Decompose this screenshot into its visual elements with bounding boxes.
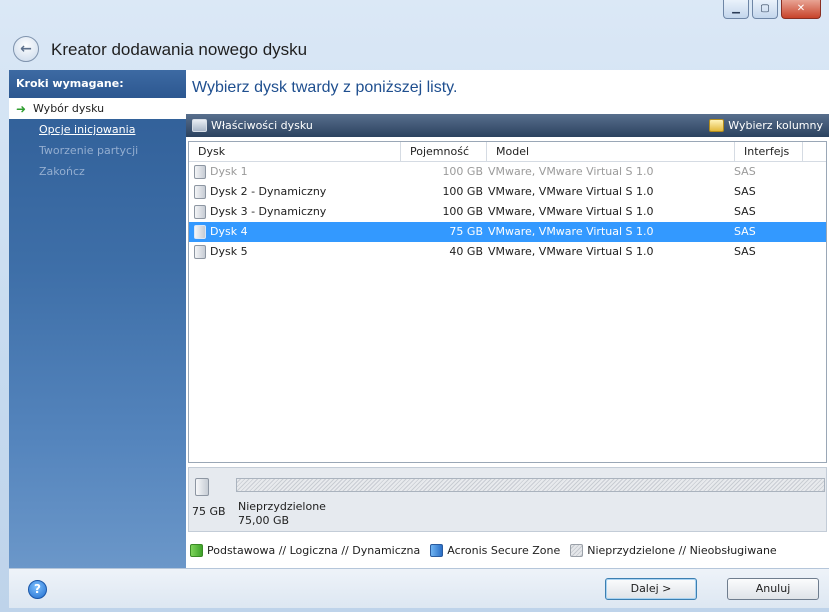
disk-properties-button[interactable]: Właściwości dysku [186, 114, 319, 137]
interface-cell: SAS [734, 205, 756, 218]
step-create-partitions: Tworzenie partycji [39, 144, 139, 157]
capacity-cell: 100 GB [442, 165, 483, 178]
maximize-icon: ▢ [760, 3, 770, 14]
close-button[interactable]: ✕ [781, 0, 821, 19]
column-header-capacity[interactable]: Pojemność [401, 142, 487, 162]
hard-disk-icon [194, 205, 206, 219]
hard-disk-icon [194, 185, 206, 199]
legend-label: Acronis Secure Zone [447, 544, 561, 557]
cancel-button[interactable]: Anuluj [727, 578, 819, 600]
disk-name: Dysk 1 [210, 165, 248, 178]
choose-columns-label: Wybierz kolumny [728, 119, 823, 132]
step-init-options[interactable]: Opcje inicjowania [9, 119, 186, 140]
legend-item-unallocated: Nieprzydzielone // Nieobsługiwane [570, 544, 777, 557]
capacity-cell: 75 GB [449, 225, 483, 238]
unallocated-partition-bar[interactable] [236, 478, 825, 492]
column-header-model[interactable]: Model [487, 142, 735, 162]
disk-name-cell: Dysk 5 [189, 242, 395, 262]
disk-name-cell: Dysk 3 - Dynamiczny [189, 202, 395, 222]
step-finish: Zakończ [39, 165, 85, 178]
disk-name-cell: Dysk 1 [189, 162, 395, 182]
choose-columns-button[interactable]: Wybierz kolumny [703, 114, 829, 137]
footer-bar: ? Dalej > Anuluj [9, 568, 829, 608]
capacity-cell: 40 GB [449, 245, 483, 258]
disk-size: 75 GB [192, 505, 226, 518]
legend-label: Nieprzydzielone // Nieobsługiwane [587, 544, 777, 557]
main-panel: Wybierz dysk twardy z poniższej listy. W… [186, 70, 829, 568]
column-header-disk[interactable]: Dysk [189, 142, 401, 162]
steps-heading: Kroki wymagane: [9, 70, 186, 98]
minimize-button[interactable]: ▁ [723, 0, 749, 19]
capacity-cell: 100 GB [442, 205, 483, 218]
disk-toolbar: Właściwości dysku Wybierz kolumny [186, 114, 829, 137]
disk-name: Dysk 4 [210, 225, 248, 238]
close-icon: ✕ [796, 3, 806, 14]
hard-disk-icon [194, 165, 206, 179]
capacity-cell: 100 GB [442, 185, 483, 198]
disk-properties-icon [192, 119, 207, 132]
table-header: Dysk Pojemność Model Interfejs [189, 142, 826, 162]
minimize-icon: ▁ [732, 3, 740, 14]
disk-name: Dysk 3 - Dynamiczny [210, 205, 327, 218]
window-title: Kreator dodawania nowego dysku [51, 40, 308, 59]
help-icon[interactable]: ? [28, 580, 47, 599]
interface-cell: SAS [734, 245, 756, 258]
model-cell: VMware, VMware Virtual S 1.0 [488, 185, 654, 198]
legend-item-basic: Podstawowa // Logiczna // Dynamiczna [190, 544, 420, 557]
model-cell: VMware, VMware Virtual S 1.0 [488, 225, 654, 238]
step-disk-selection: ➜ Wybór dysku [9, 98, 188, 119]
column-header-interface[interactable]: Interfejs [735, 142, 803, 162]
page-heading: Wybierz dysk twardy z poniższej listy. [192, 79, 458, 96]
next-button[interactable]: Dalej > [605, 578, 697, 600]
legend-label: Podstawowa // Logiczna // Dynamiczna [207, 544, 421, 557]
model-cell: VMware, VMware Virtual S 1.0 [488, 245, 654, 258]
step-label: Wybór dysku [33, 102, 105, 115]
partition-label: Nieprzydzielone [238, 500, 326, 513]
disk-name-cell: Dysk 4 [189, 222, 395, 242]
disk-name: Dysk 2 - Dynamiczny [210, 185, 327, 198]
disk-name-cell: Dysk 2 - Dynamiczny [189, 182, 395, 202]
partition-legend: Podstawowa // Logiczna // Dynamiczna Acr… [190, 544, 787, 557]
table-row[interactable]: Dysk 2 - Dynamiczny 100 GB VMware, VMwar… [189, 182, 826, 202]
back-button[interactable]: ← [13, 36, 39, 62]
table-row-selected[interactable]: Dysk 4 75 GB VMware, VMware Virtual S 1.… [189, 222, 826, 242]
interface-cell: SAS [734, 165, 756, 178]
partition-size: 75,00 GB [238, 514, 290, 527]
hard-disk-icon [194, 245, 206, 259]
disk-table: Dysk Pojemność Model Interfejs Dysk 1 10… [188, 141, 827, 463]
wizard-window: ▁ ▢ ✕ ← Kreator dodawania nowego dysku K… [0, 0, 829, 612]
disk-name: Dysk 5 [210, 245, 248, 258]
hard-disk-icon [195, 478, 209, 496]
disk-layout-panel: 75 GB Nieprzydzielone 75,00 GB [188, 467, 827, 532]
table-row[interactable]: Dysk 5 40 GB VMware, VMware Virtual S 1.… [189, 242, 826, 262]
maximize-button[interactable]: ▢ [752, 0, 778, 19]
hatched-swatch-icon [570, 544, 584, 557]
table-row[interactable]: Dysk 3 - Dynamiczny 100 GB VMware, VMwar… [189, 202, 826, 222]
model-cell: VMware, VMware Virtual S 1.0 [488, 205, 654, 218]
columns-icon [709, 119, 725, 132]
interface-cell: SAS [734, 225, 756, 238]
interface-cell: SAS [734, 185, 756, 198]
blue-swatch-icon [430, 544, 444, 557]
legend-item-secure-zone: Acronis Secure Zone [430, 544, 560, 557]
green-arrow-icon: ➜ [16, 102, 27, 116]
steps-sidebar: Kroki wymagane: ➜ Wybór dysku Opcje inicj… [9, 70, 188, 568]
table-row[interactable]: Dysk 1 100 GB VMware, VMware Virtual S 1… [189, 162, 826, 182]
model-cell: VMware, VMware Virtual S 1.0 [488, 165, 654, 178]
disk-properties-label: Właściwości dysku [211, 119, 313, 132]
back-arrow-icon: ← [20, 41, 32, 57]
caption-buttons: ▁ ▢ ✕ [723, 0, 821, 19]
green-swatch-icon [190, 544, 203, 557]
partition-info: Nieprzydzielone 75,00 GB [238, 500, 326, 528]
hard-disk-icon [194, 225, 206, 239]
